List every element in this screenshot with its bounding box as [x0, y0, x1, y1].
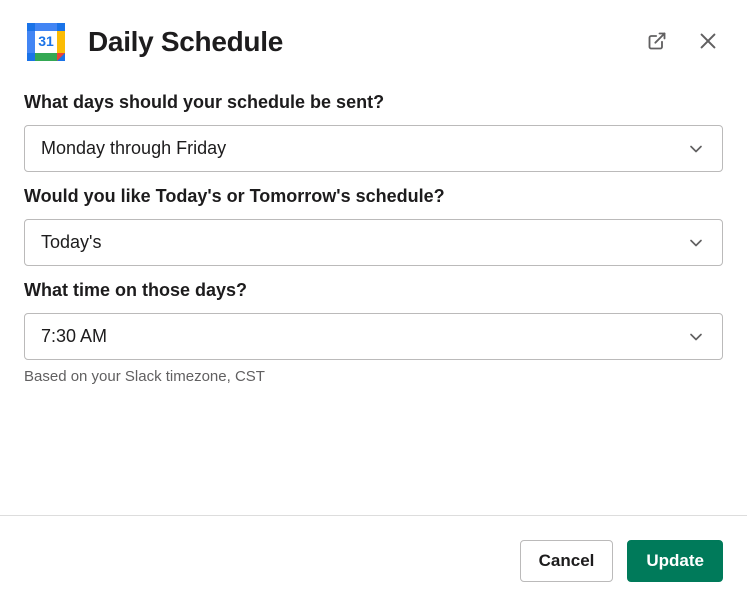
field-which: Would you like Today's or Tomorrow's sch…: [24, 186, 723, 266]
modal-header: 31 Daily Schedule: [0, 0, 747, 80]
chevron-down-icon: [686, 139, 706, 159]
chevron-down-icon: [686, 233, 706, 253]
field-days-label: What days should your schedule be sent?: [24, 92, 723, 113]
which-select-value: Today's: [41, 232, 101, 253]
close-icon: [697, 30, 719, 55]
external-link-icon: [647, 31, 667, 54]
modal-title: Daily Schedule: [88, 26, 643, 58]
field-time-label: What time on those days?: [24, 280, 723, 301]
time-select[interactable]: 7:30 AM: [24, 313, 723, 360]
days-select-value: Monday through Friday: [41, 138, 226, 159]
modal-footer: Cancel Update: [0, 515, 747, 606]
chevron-down-icon: [686, 327, 706, 347]
update-button[interactable]: Update: [627, 540, 723, 582]
google-calendar-icon: 31: [24, 20, 68, 64]
cancel-button[interactable]: Cancel: [520, 540, 614, 582]
external-link-button[interactable]: [643, 27, 671, 58]
header-actions: [643, 26, 723, 59]
field-time: What time on those days? 7:30 AM Based o…: [24, 280, 723, 385]
time-select-value: 7:30 AM: [41, 326, 107, 347]
which-select[interactable]: Today's: [24, 219, 723, 266]
modal-body: What days should your schedule be sent? …: [0, 80, 747, 515]
close-button[interactable]: [693, 26, 723, 59]
days-select[interactable]: Monday through Friday: [24, 125, 723, 172]
field-days: What days should your schedule be sent? …: [24, 92, 723, 172]
timezone-helper-text: Based on your Slack timezone, CST: [24, 368, 723, 385]
field-which-label: Would you like Today's or Tomorrow's sch…: [24, 186, 723, 207]
svg-text:31: 31: [38, 33, 54, 49]
